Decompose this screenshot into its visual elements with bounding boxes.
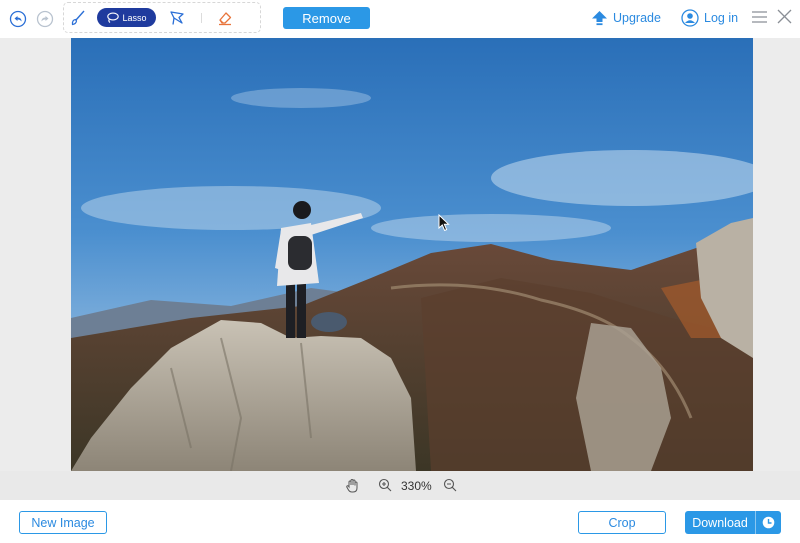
polygon-lasso-tool-button[interactable]	[166, 8, 188, 28]
lasso-icon	[107, 12, 120, 23]
redo-icon	[36, 10, 54, 28]
photo-image	[71, 38, 753, 471]
tool-separator	[201, 13, 202, 23]
close-icon	[777, 9, 792, 24]
photo-preview[interactable]	[71, 38, 753, 471]
bottom-action-bar: New Image Crop Download	[0, 500, 800, 543]
zoom-level: 330%	[401, 479, 432, 493]
download-button[interactable]: Download	[685, 511, 755, 534]
mouse-pointer-icon	[438, 214, 450, 232]
selection-tool-group: Lasso	[63, 2, 261, 33]
download-history-button[interactable]	[756, 511, 781, 534]
undo-icon	[9, 10, 27, 28]
crop-button[interactable]: Crop	[578, 511, 666, 534]
login-label: Log in	[704, 11, 739, 25]
login-link[interactable]: Log in	[681, 8, 738, 28]
lasso-tool-button[interactable]: Lasso	[97, 8, 156, 27]
upgrade-link[interactable]: Upgrade	[591, 8, 661, 28]
user-avatar-icon	[681, 9, 699, 27]
editing-canvas[interactable]	[0, 38, 800, 471]
undo-button[interactable]	[8, 9, 28, 29]
brush-icon	[71, 10, 85, 26]
eraser-tool-button[interactable]	[214, 8, 236, 28]
polygon-lasso-icon	[170, 11, 184, 25]
zoom-out-button[interactable]	[442, 477, 457, 492]
download-button-group: Download	[685, 511, 781, 534]
eraser-icon	[219, 12, 232, 26]
zoom-in-icon	[378, 478, 391, 491]
top-toolbar: Lasso Remove Upgrade Log in	[0, 0, 800, 38]
zoom-in-button[interactable]	[377, 477, 392, 492]
new-image-button[interactable]: New Image	[19, 511, 107, 534]
brush-tool-button[interactable]	[67, 9, 89, 27]
pan-tool-button[interactable]	[344, 477, 360, 493]
close-button[interactable]	[776, 8, 793, 25]
remove-button[interactable]: Remove	[283, 7, 370, 29]
lasso-label: Lasso	[122, 12, 147, 23]
redo-button[interactable]	[35, 9, 55, 29]
zoom-out-icon	[443, 478, 456, 491]
clock-icon	[762, 516, 775, 529]
upgrade-arrow-icon	[592, 11, 607, 26]
upgrade-label: Upgrade	[613, 11, 661, 25]
zoom-bar: 330%	[0, 471, 800, 500]
hamburger-menu-icon	[751, 11, 767, 23]
app-window: Lasso Remove Upgrade Log in 330% New Ima…	[0, 0, 800, 543]
hand-pan-icon	[345, 478, 357, 492]
menu-button[interactable]	[750, 8, 768, 26]
